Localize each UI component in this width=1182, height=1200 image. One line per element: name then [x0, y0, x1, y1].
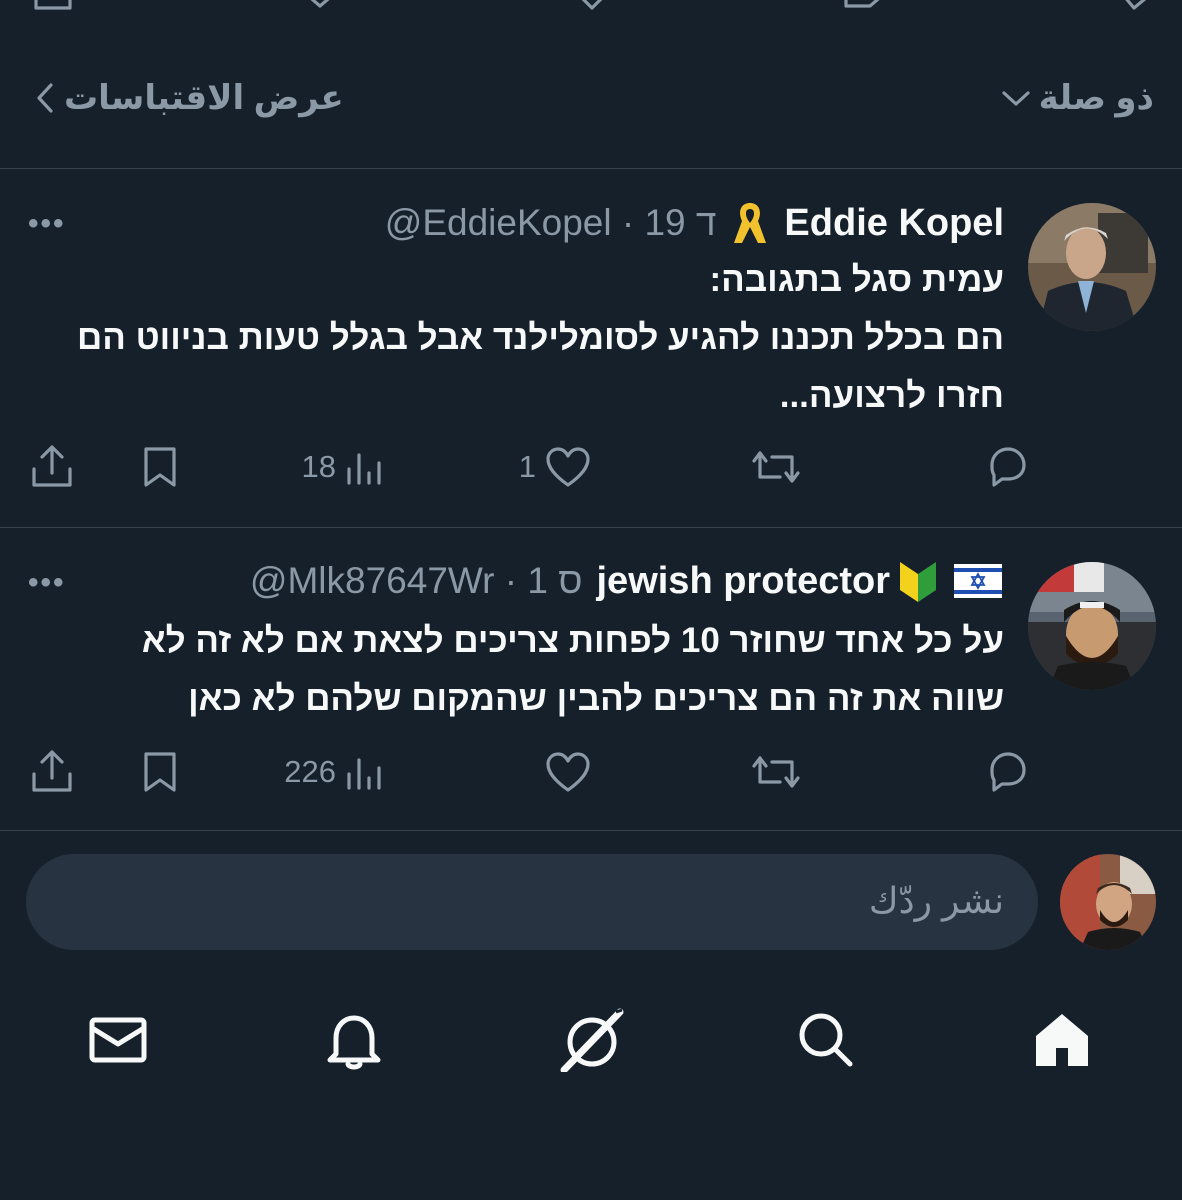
tweet[interactable]: Eddie Kopel @EddieKopel · 19 ד ••• עמית …: [0, 169, 1182, 527]
more-options-icon[interactable]: •••: [28, 207, 66, 241]
reply-icon-partial: [1125, 0, 1147, 10]
home-icon[interactable]: [1030, 1008, 1094, 1072]
bookmark-button[interactable]: [140, 750, 180, 794]
tweet-text-line: חזרו לרצועה...: [779, 376, 1004, 415]
like-icon-partial: [581, 0, 603, 10]
like-icon: [546, 752, 590, 792]
share-button[interactable]: [30, 443, 74, 489]
bookmark-icon: [144, 752, 176, 792]
sort-label: ذو صلة: [1038, 79, 1154, 117]
retweet-icon: [752, 451, 800, 483]
divider: [0, 830, 1182, 831]
beginner-symbol-icon: [900, 562, 936, 602]
reply-placeholder: نشر ردّك: [868, 880, 1004, 921]
retweet-icon-partial: [844, 0, 880, 8]
retweet-button[interactable]: [750, 750, 802, 794]
reply-icon: [990, 752, 1026, 792]
reply-button[interactable]: [984, 750, 1032, 794]
like-icon: [546, 447, 590, 487]
sort-dropdown[interactable]: ذو صلة: [1001, 78, 1154, 118]
views-count: 18: [301, 449, 336, 484]
current-user-avatar[interactable]: [1060, 854, 1156, 950]
like-count: 1: [518, 449, 536, 484]
avatar[interactable]: [1028, 562, 1156, 690]
reply-icon: [990, 447, 1026, 487]
reply-button[interactable]: [984, 445, 1032, 489]
handle-and-time[interactable]: @Mlk87647Wr · 1 ס: [250, 560, 583, 602]
tweet-text-line: הם בכלל תכננו להגיע לסומלילנד אבל בגלל ט…: [77, 318, 1004, 357]
bookmark-icon: [144, 447, 176, 487]
views-icon: [347, 453, 381, 485]
views-icon: [347, 758, 381, 790]
grok-icon[interactable]: [560, 1008, 624, 1074]
bookmark-icon-partial: [310, 0, 330, 8]
messages-icon[interactable]: [86, 1008, 150, 1072]
like-button[interactable]: 1: [519, 445, 592, 489]
bookmark-button[interactable]: [140, 445, 180, 489]
tweet-text-line: שווה את זה הם צריכים להבין שהמקום שלהם ל…: [188, 679, 1004, 718]
view-quotes-link[interactable]: عرض الاقتباسات: [36, 78, 344, 118]
tweet-header: jewish protector @Mlk87647Wr · 1 ס: [250, 558, 1004, 604]
like-button[interactable]: [544, 750, 592, 794]
retweet-button[interactable]: [750, 445, 802, 489]
retweet-icon: [752, 756, 800, 788]
share-icon: [32, 750, 72, 792]
views-button[interactable]: 226: [284, 750, 384, 794]
views-button[interactable]: 18: [302, 445, 384, 489]
chevron-left-icon: [37, 83, 53, 113]
share-icon-partial: [34, 0, 72, 10]
search-icon[interactable]: [794, 1008, 858, 1072]
views-count: 226: [284, 754, 336, 789]
view-quotes-label: عرض الاقتباسات: [64, 79, 344, 117]
share-button[interactable]: [30, 748, 74, 794]
tweet-text: על כל אחד שחוזר 10 לפחות צריכים לצאת אם …: [24, 612, 1004, 728]
display-name[interactable]: Eddie Kopel: [784, 202, 1004, 245]
yellow-ribbon-icon: [734, 203, 767, 243]
share-icon: [32, 445, 72, 487]
previous-tweet-actions: [0, 0, 1182, 20]
tweet-text: עמית סגל בתגובה: הם בכלל תכננו להגיע לסו…: [24, 251, 1004, 425]
tweet-text-line: על כל אחד שחוזר 10 לפחות צריכים לצאת אם …: [141, 621, 1004, 660]
replies-filter-bar: ذو صلة عرض الاقتباسات: [0, 60, 1182, 140]
tweet-text-line: עמית סגל בתגובה:: [709, 260, 1004, 299]
notifications-icon[interactable]: [322, 1008, 386, 1072]
israel-flag-icon: [954, 564, 1002, 598]
tweet[interactable]: jewish protector @Mlk87647Wr · 1 ס ••• ע…: [0, 528, 1182, 830]
more-options-icon[interactable]: •••: [28, 566, 66, 600]
chevron-down-icon: [1002, 91, 1030, 106]
display-name[interactable]: jewish protector: [597, 560, 891, 603]
reply-input[interactable]: نشر ردّك: [26, 854, 1038, 950]
handle-and-time[interactable]: @EddieKopel · 19 ד: [385, 202, 717, 244]
avatar[interactable]: [1028, 203, 1156, 331]
tweet-header: Eddie Kopel @EddieKopel · 19 ד: [385, 199, 1004, 247]
